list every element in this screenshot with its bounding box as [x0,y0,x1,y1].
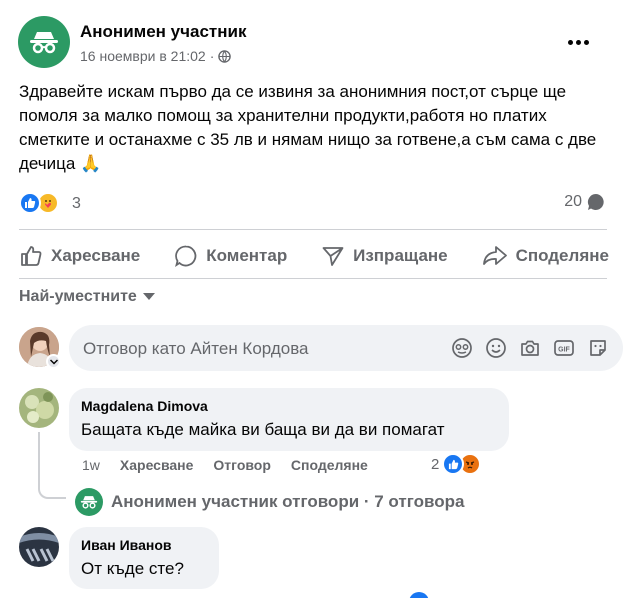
post-author-name[interactable]: Анонимен участник [80,22,246,42]
comment-author[interactable]: Иван Иванов [81,537,207,553]
commenter-avatar[interactable] [19,527,59,567]
post-date[interactable]: 16 ноември в 21:02 [80,48,206,64]
comment: Иван Иванов От къде сте? [19,527,609,597]
avatar-sticker-icon[interactable] [451,337,473,359]
comment-share-button[interactable]: Споделяне [291,457,368,473]
like-reaction-icon [19,192,41,214]
sort-label: Най-уместните [19,288,137,305]
comment-label: Коментар [206,246,288,265]
comment-icon [175,245,197,268]
comments-count-link[interactable]: 20 [564,193,605,211]
comment-reactions[interactable]: 2 [431,452,482,476]
globe-icon [218,49,232,63]
more-dots-icon [567,39,573,45]
comment-bubble: Иван Иванов От къде сте? [69,527,219,589]
like-reaction-icon [442,453,465,475]
sticker-icon[interactable] [587,337,609,359]
thumbs-up-icon [21,246,42,266]
share-label: Споделяне [515,246,609,265]
send-label: Изпращане [353,246,448,265]
caret-down-icon [142,293,155,300]
share-button[interactable]: Споделяне [482,244,609,268]
reactions-count[interactable]: 3 [72,195,81,213]
comment-bubble: Magdalena Dimova Бащата къде майка ви ба… [69,388,509,451]
anonymous-avatar[interactable] [18,16,70,68]
reply-placeholder: Отговор като Айтен Кордова [83,339,309,358]
view-replies-link[interactable]: Анонимен участник отговори · 7 отговора [75,488,464,516]
reply-input[interactable]: Отговор като Айтен Кордова GIF [69,325,623,371]
incognito-icon [75,488,103,516]
thread-line-curve [38,487,66,499]
like-label: Харесване [51,246,141,265]
comment-text: От къде сте? [81,559,184,578]
more-options-button[interactable] [560,30,596,54]
comments-count: 20 [564,193,582,210]
comment-reactions-count: 2 [431,455,440,473]
comment: Magdalena Dimova Бащата къде майка ви ба… [19,388,609,478]
reaction-icons[interactable] [19,192,69,214]
reply-tools: GIF [451,337,609,359]
comment-reply-button[interactable]: Отговор [213,457,270,473]
comment-author[interactable]: Magdalena Dimova [81,398,497,414]
svg-text:GIF: GIF [558,347,570,354]
comment-sort-dropdown[interactable]: Най-уместните [19,288,155,306]
post-actions: Харесване Коментар Изпращане Споделяне [19,236,609,276]
incognito-icon [30,32,58,54]
comment-text: Бащата къде майка ви баща ви да ви помаг… [81,420,445,439]
send-icon [322,247,344,266]
reply-composer: Отговор като Айтен Кордова GIF [19,325,623,371]
meta-separator: · [209,48,215,64]
share-icon [482,246,507,265]
post-meta: 16 ноември в 21:02 · [80,48,232,64]
divider-top [19,229,607,230]
comment-like-button[interactable]: Харесване [120,457,194,473]
comment-button[interactable]: Коментар [174,244,287,268]
gif-icon[interactable]: GIF [553,337,575,359]
comment-bubble-icon [587,193,604,210]
profile-switch-chevron-icon[interactable] [46,354,61,369]
reactions-summary: 3 20 [19,190,609,218]
commenter-avatar[interactable] [19,388,59,428]
send-button[interactable]: Изпращане [321,244,448,268]
view-replies-text: Анонимен участник отговори · 7 отговора [111,492,465,511]
like-button[interactable]: Харесване [19,244,140,268]
post-text: Здравейте искам първо да се извиня за ан… [19,82,597,173]
comment-time[interactable]: 1w [82,457,100,473]
comment-meta: 1w Харесване Отговор Споделяне [82,457,368,473]
divider-bottom [19,278,607,279]
camera-icon[interactable] [519,337,541,359]
emoji-icon[interactable] [485,337,507,359]
post-header: Анонимен участник 16 ноември в 21:02 · [18,16,618,72]
